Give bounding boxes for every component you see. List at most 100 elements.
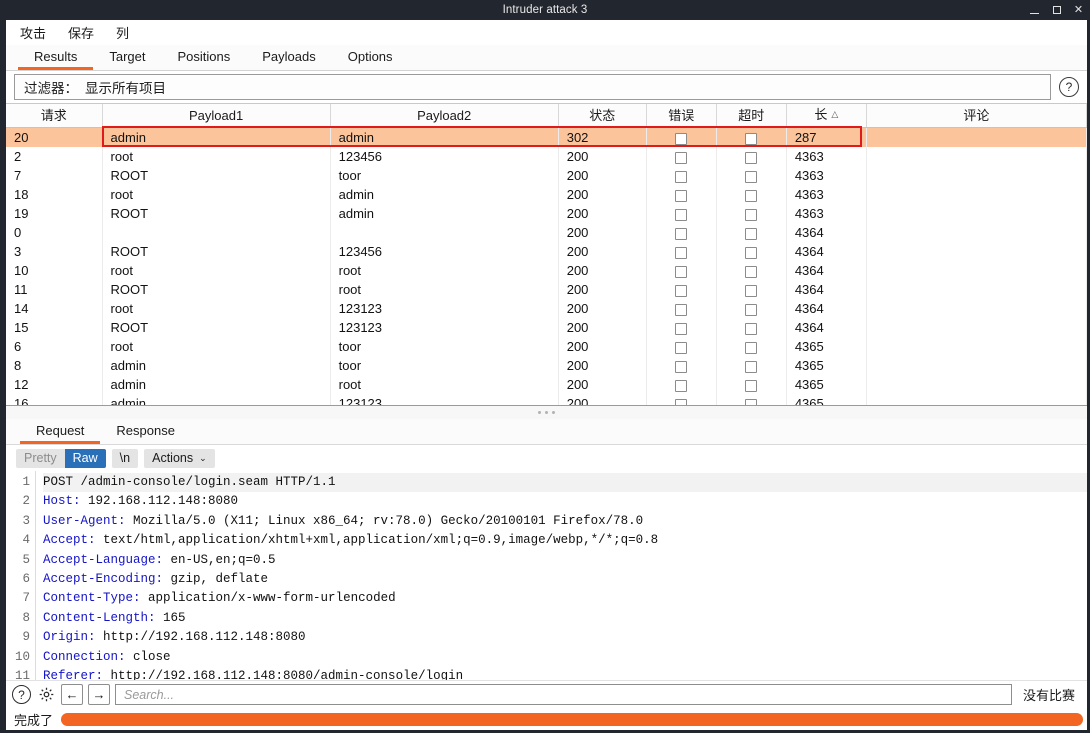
col-header-status[interactable]: 状态: [558, 104, 647, 128]
timeout-checkbox[interactable]: [745, 246, 758, 259]
cell-error: [646, 147, 717, 166]
timeout-checkbox[interactable]: [745, 170, 758, 183]
status-text: 完成了: [14, 712, 54, 728]
col-header-timeout[interactable]: 超时: [716, 104, 787, 128]
timeout-checkbox[interactable]: [745, 379, 758, 392]
pretty-button[interactable]: Pretty: [16, 449, 65, 468]
header-name: Accept-Language:: [43, 552, 164, 567]
timeout-checkbox[interactable]: [745, 360, 758, 373]
view-mode-group: Pretty Raw: [16, 448, 106, 468]
col-header-request[interactable]: 请求: [6, 104, 103, 128]
help-icon[interactable]: ?: [1059, 77, 1079, 97]
timeout-checkbox[interactable]: [745, 189, 758, 202]
timeout-checkbox[interactable]: [745, 398, 758, 405]
cell-error: [646, 337, 717, 356]
cell-payload1: root: [102, 299, 331, 318]
tab-target[interactable]: Target: [93, 45, 161, 70]
tab-payloads[interactable]: Payloads: [246, 45, 331, 70]
error-checkbox[interactable]: [675, 246, 688, 259]
error-checkbox[interactable]: [675, 227, 688, 240]
request-content[interactable]: POST /admin-console/login.seam HTTP/1.1 H…: [36, 471, 1087, 680]
cell-payload1: root: [102, 261, 331, 280]
tab-response[interactable]: Response: [100, 419, 191, 444]
progress-bar: [61, 712, 1083, 726]
table-row[interactable]: 2 root 123456 200 4363: [6, 147, 1087, 166]
col-header-length[interactable]: 长 △: [786, 104, 867, 128]
filter-input[interactable]: 过滤器： 显示所有项目: [14, 74, 1051, 100]
menu-item-save[interactable]: 保存: [66, 21, 96, 44]
error-checkbox[interactable]: [675, 322, 688, 335]
error-checkbox[interactable]: [675, 379, 688, 392]
table-row[interactable]: 8 admin toor 200 4365: [6, 356, 1087, 375]
timeout-checkbox[interactable]: [745, 265, 758, 278]
menu-item-columns[interactable]: 列: [114, 21, 131, 44]
table-row[interactable]: 11 ROOT root 200 4364: [6, 280, 1087, 299]
chevron-down-icon: ⌄: [199, 452, 207, 463]
error-checkbox[interactable]: [675, 151, 688, 164]
error-checkbox[interactable]: [675, 341, 688, 354]
timeout-checkbox[interactable]: [745, 322, 758, 335]
cell-request: 19: [6, 204, 103, 223]
col-header-payload2[interactable]: Payload2: [330, 104, 559, 128]
table-row[interactable]: 19 ROOT admin 200 4363: [6, 204, 1087, 223]
col-header-comment[interactable]: 评论: [866, 104, 1087, 128]
error-checkbox[interactable]: [675, 303, 688, 316]
cell-error: [646, 280, 717, 299]
table-row[interactable]: 10 root root 200 4364: [6, 261, 1087, 280]
cell-length: 287: [786, 127, 867, 147]
error-checkbox[interactable]: [675, 360, 688, 373]
table-row[interactable]: 16 admin 123123 200 4365: [6, 394, 1087, 405]
tab-results[interactable]: Results: [18, 45, 94, 70]
raw-button[interactable]: Raw: [64, 448, 106, 468]
help-icon[interactable]: ?: [12, 685, 31, 704]
error-checkbox[interactable]: [675, 398, 688, 405]
error-checkbox[interactable]: [675, 170, 688, 183]
error-checkbox[interactable]: [675, 284, 688, 297]
maximize-button[interactable]: [1051, 5, 1062, 16]
actions-button[interactable]: Actions ⌄: [144, 448, 215, 468]
timeout-checkbox[interactable]: [745, 132, 758, 145]
cell-request: 18: [6, 185, 103, 204]
table-row[interactable]: 14 root 123123 200 4364: [6, 299, 1087, 318]
table-row[interactable]: 15 ROOT 123123 200 4364: [6, 318, 1087, 337]
search-prev-button[interactable]: ←: [61, 684, 83, 705]
timeout-checkbox[interactable]: [745, 151, 758, 164]
col-header-error[interactable]: 错误: [646, 104, 717, 128]
table-row[interactable]: 0 200 4364: [6, 223, 1087, 242]
panel-splitter[interactable]: [6, 405, 1087, 419]
tab-options[interactable]: Options: [332, 45, 409, 70]
cell-status: 200: [558, 394, 647, 405]
timeout-checkbox[interactable]: [745, 208, 758, 221]
newline-button[interactable]: \n: [111, 448, 139, 468]
cell-payload1: [102, 223, 331, 242]
tab-positions[interactable]: Positions: [162, 45, 247, 70]
error-checkbox[interactable]: [675, 189, 688, 202]
cell-status: 200: [558, 280, 647, 299]
close-button[interactable]: ✕: [1073, 4, 1084, 16]
table-row[interactable]: 7 ROOT toor 200 4363: [6, 166, 1087, 185]
table-row[interactable]: 3 ROOT 123456 200 4364: [6, 242, 1087, 261]
gear-icon[interactable]: [36, 685, 56, 705]
tab-request[interactable]: Request: [20, 419, 101, 444]
col-header-payload1[interactable]: Payload1: [102, 104, 331, 128]
timeout-checkbox[interactable]: [745, 227, 758, 240]
timeout-checkbox[interactable]: [745, 284, 758, 297]
cell-payload1: admin: [102, 394, 331, 405]
request-editor[interactable]: 1 2 3 4 5 6 7 8 9 10 11 POST /admin-console/login.…: [6, 471, 1087, 680]
table-row[interactable]: 12 admin root 200 4365: [6, 375, 1087, 394]
window-title: Intruder attack 3: [502, 4, 588, 16]
table-row[interactable]: 18 root admin 200 4363: [6, 185, 1087, 204]
table-row[interactable]: 20 admin admin 302 287: [6, 127, 1087, 147]
search-input[interactable]: Search...: [115, 684, 1012, 705]
error-checkbox[interactable]: [675, 208, 688, 221]
header-name: Content-Length:: [43, 610, 156, 625]
error-checkbox[interactable]: [675, 132, 688, 145]
menu-item-attack[interactable]: 攻击: [18, 21, 48, 44]
minimize-button[interactable]: [1029, 5, 1040, 16]
timeout-checkbox[interactable]: [745, 303, 758, 316]
error-checkbox[interactable]: [675, 265, 688, 278]
search-next-button[interactable]: →: [88, 684, 110, 705]
table-row[interactable]: 6 root toor 200 4365: [6, 337, 1087, 356]
cell-length: 4363: [786, 166, 867, 185]
timeout-checkbox[interactable]: [745, 341, 758, 354]
